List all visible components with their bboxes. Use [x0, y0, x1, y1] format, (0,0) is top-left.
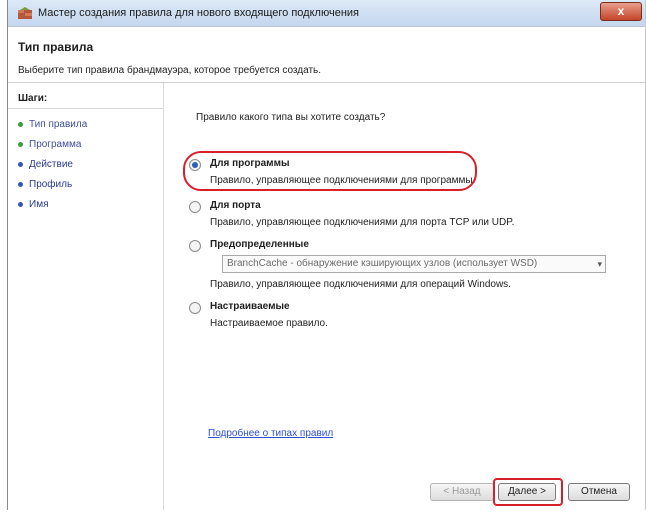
window-title: Мастер создания правила для нового входя…: [38, 7, 359, 19]
main-content: Правило какого типа вы хотите создать? Д…: [164, 83, 645, 510]
step-label: Действие: [29, 159, 73, 170]
page-title: Тип правила: [18, 40, 94, 54]
steps-panel: Шаги: Тип правила Программа Действие Про…: [8, 83, 164, 510]
step-label: Тип правила: [29, 119, 88, 130]
rule-type-question: Правило какого типа вы хотите создать?: [196, 112, 386, 123]
step-pending-icon: [18, 181, 23, 187]
select-value: BranchCache - обнаружение кэширующих узл…: [227, 258, 538, 269]
step-pending-icon: [18, 161, 23, 167]
steps-title: Шаги:: [18, 93, 48, 104]
step-rule-type[interactable]: Тип правила: [18, 119, 87, 133]
step-done-icon: [18, 121, 23, 127]
next-button[interactable]: Далее >: [498, 483, 556, 501]
option-description: Настраиваемое правило.: [210, 318, 328, 329]
chevron-down-icon: ▾: [597, 259, 602, 269]
step-profile[interactable]: Профиль: [18, 179, 72, 193]
steps-divider: [8, 108, 163, 109]
help-link[interactable]: Подробнее о типах правил: [208, 428, 333, 439]
back-button[interactable]: < Назад: [430, 483, 494, 501]
close-button[interactable]: x: [600, 2, 642, 21]
step-pending-icon: [18, 201, 23, 207]
step-label: Профиль: [29, 179, 73, 190]
step-name[interactable]: Имя: [18, 199, 48, 213]
option-label: Для порта: [210, 200, 261, 211]
radio-custom[interactable]: [189, 302, 201, 314]
step-action[interactable]: Действие: [18, 159, 73, 173]
option-label: Для программы: [210, 158, 290, 169]
predefined-rules-select[interactable]: BranchCache - обнаружение кэширующих узл…: [222, 255, 606, 273]
firewall-icon: [18, 7, 32, 19]
radio-port[interactable]: [189, 201, 201, 213]
cancel-button[interactable]: Отмена: [568, 483, 630, 501]
option-label: Предопределенные: [210, 239, 309, 250]
title-bar[interactable]: Мастер создания правила для нового входя…: [8, 0, 645, 27]
page-subtitle: Выберите тип правила брандмауэра, которо…: [18, 65, 322, 76]
option-description: Правило, управляющее подключениями для п…: [210, 175, 476, 186]
wizard-window: Мастер создания правила для нового входя…: [7, 0, 646, 510]
step-label: Имя: [29, 199, 49, 210]
wizard-header: Тип правила Выберите тип правила брандма…: [8, 27, 645, 83]
step-label: Программа: [29, 139, 82, 150]
radio-predefined[interactable]: [189, 240, 201, 252]
option-description: Правило, управляющее подключениями для о…: [210, 279, 511, 290]
option-description: Правило, управляющее подключениями для п…: [210, 217, 515, 228]
radio-program[interactable]: [189, 159, 201, 171]
step-done-icon: [18, 141, 23, 147]
step-program[interactable]: Программа: [18, 139, 81, 153]
option-label: Настраиваемые: [210, 301, 290, 312]
